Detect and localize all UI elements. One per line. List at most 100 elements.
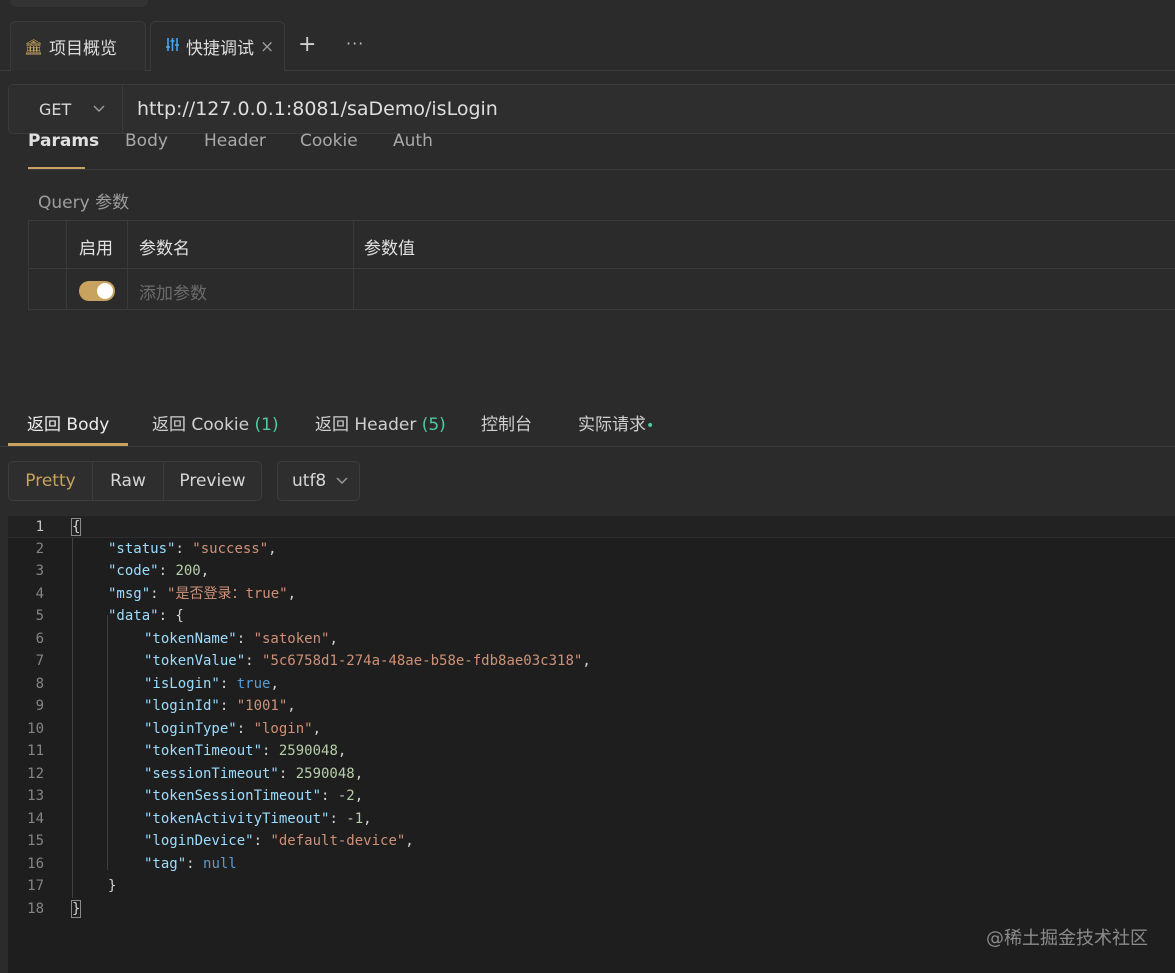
- code-token: "sessionTimeout": [144, 765, 279, 782]
- code-line: 1{: [8, 515, 1175, 538]
- tab-label: 控制台: [481, 415, 532, 435]
- code-text: "tokenTimeout": 2590048,: [144, 740, 346, 763]
- code-token: ,: [354, 788, 364, 804]
- code-token: "tokenValue": [144, 653, 246, 669]
- code-token: "success": [192, 540, 269, 557]
- line-number: 6: [35, 630, 44, 647]
- tab-quick-debug[interactable]: 快捷调试 ×: [150, 21, 285, 71]
- line-number: 13: [27, 788, 44, 804]
- response-code-editor[interactable]: 1{2 "status": "success", 3 "code": 200, 4 "ms…: [8, 515, 1175, 973]
- line-number: 14: [27, 810, 44, 827]
- tab-console[interactable]: 控制台: [481, 410, 532, 435]
- tab-auth[interactable]: Auth: [393, 131, 433, 151]
- view-mode-switch: Pretty Raw Preview: [8, 461, 262, 501]
- tab-cookie[interactable]: Cookie: [300, 131, 358, 151]
- header-param-value: 参数值: [364, 239, 415, 259]
- code-line: 9 "loginId": "1001",: [8, 695, 1175, 718]
- tab-label: 返回 Body: [27, 415, 110, 435]
- code-line: 6 "tokenName": "satoken",: [8, 628, 1175, 651]
- tab-label: 快捷调试: [186, 39, 254, 59]
- code-token: "5c6758d1-274a-48ae-b58e-fdb8ae03c318": [262, 653, 583, 669]
- code-line: 14 "tokenActivityTimeout": -1,: [8, 808, 1175, 831]
- method-value: GET: [39, 99, 72, 119]
- tab-project-overview[interactable]: 🏛 项目概览: [10, 21, 146, 71]
- count-badge: (5): [421, 415, 446, 435]
- status-dot: •: [646, 418, 655, 434]
- tab-response-body[interactable]: 返回 Body: [27, 410, 109, 435]
- tab-params[interactable]: Params: [28, 131, 99, 151]
- code-token: 2590048: [278, 743, 338, 759]
- tab-response-header[interactable]: 返回 Header (5): [315, 410, 446, 435]
- line-number: 4: [35, 585, 44, 602]
- tab-body[interactable]: Body: [125, 131, 168, 151]
- code-token: :: [175, 540, 193, 557]
- code-text: "status": "success",: [108, 538, 277, 561]
- tab-actual-request[interactable]: 实际请求•: [578, 410, 654, 435]
- code-token: "code": [108, 563, 159, 579]
- code-token: "tokenActivityTimeout": [144, 810, 330, 827]
- more-icon[interactable]: ···: [346, 34, 364, 53]
- code-line: 17}: [8, 875, 1175, 898]
- add-tab-button[interactable]: +: [298, 32, 316, 57]
- table-header-row: [29, 221, 1175, 269]
- code-token: "data": [108, 608, 159, 624]
- column-divider: [353, 221, 354, 309]
- line-number: 5: [35, 608, 44, 624]
- query-params-table: 启用 参数名 参数值 添加参数: [28, 220, 1175, 310]
- code-text: }: [70, 898, 82, 921]
- code-token: ,: [287, 698, 296, 714]
- code-token: "是否登录：true": [167, 585, 288, 602]
- code-token: :: [321, 788, 338, 804]
- tab-label: 实际请求: [578, 415, 646, 435]
- tab-label: 返回 Cookie: [152, 415, 255, 435]
- pretty-button[interactable]: Pretty: [9, 462, 93, 500]
- code-text: {: [70, 516, 82, 539]
- code-token: "1001": [236, 698, 288, 714]
- code-text: "msg": "是否登录：true",: [108, 583, 296, 606]
- code-text: "tokenSessionTimeout": -2,: [144, 785, 363, 808]
- code-text: }: [108, 875, 116, 898]
- code-line: 13 "tokenSessionTimeout": -2,: [8, 785, 1175, 808]
- code-token: :: [219, 675, 237, 692]
- code-token: {: [70, 518, 82, 536]
- chevron-down-icon: [93, 102, 105, 116]
- active-tab-indicator: [8, 443, 128, 446]
- close-icon[interactable]: ×: [260, 37, 274, 57]
- line-number: 9: [35, 698, 44, 714]
- code-line: 7 "tokenValue": "5c6758d1-274a-48ae-b58e-…: [8, 650, 1175, 673]
- code-token: ,: [270, 675, 279, 692]
- code-token: -2: [337, 788, 355, 804]
- tab-header[interactable]: Header: [204, 131, 266, 151]
- code-text: "loginDevice": "default-device",: [144, 830, 414, 853]
- toggle-knob: [97, 283, 113, 299]
- watermark: @稀土掘金技术社区: [986, 928, 1148, 949]
- enable-toggle[interactable]: [79, 281, 115, 301]
- code-token: :: [329, 810, 347, 827]
- raw-button[interactable]: Raw: [93, 462, 164, 500]
- code-text: "tag": null: [144, 853, 237, 876]
- code-token: }: [70, 899, 82, 918]
- line-number: 18: [27, 900, 44, 917]
- window-top-stub: [10, 0, 148, 7]
- code-token: "default-device": [270, 833, 406, 849]
- add-param-input[interactable]: 添加参数: [139, 279, 207, 304]
- line-number: 10: [27, 720, 44, 737]
- code-line: 5 "data": {: [8, 605, 1175, 628]
- method-select[interactable]: GET: [9, 85, 123, 133]
- code-token: "loginId": [144, 698, 220, 714]
- code-line: 3 "code": 200,: [8, 560, 1175, 583]
- encoding-select[interactable]: utf8: [277, 461, 360, 501]
- code-token: null: [203, 855, 237, 872]
- code-token: "tokenName": [144, 630, 237, 647]
- code-token: ,: [329, 630, 338, 647]
- line-number: 7: [35, 653, 44, 669]
- line-number: 15: [27, 833, 44, 849]
- tab-response-cookie[interactable]: 返回 Cookie (1): [152, 410, 279, 435]
- column-divider: [127, 221, 128, 309]
- header-param-name: 参数名: [139, 239, 190, 259]
- code-text: "isLogin": true,: [144, 673, 279, 696]
- code-token: :: [236, 720, 254, 737]
- url-input[interactable]: http://127.0.0.1:8081/saDemo/isLogin: [137, 85, 498, 133]
- tab-label: 项目概览: [49, 39, 118, 59]
- preview-button[interactable]: Preview: [164, 462, 261, 500]
